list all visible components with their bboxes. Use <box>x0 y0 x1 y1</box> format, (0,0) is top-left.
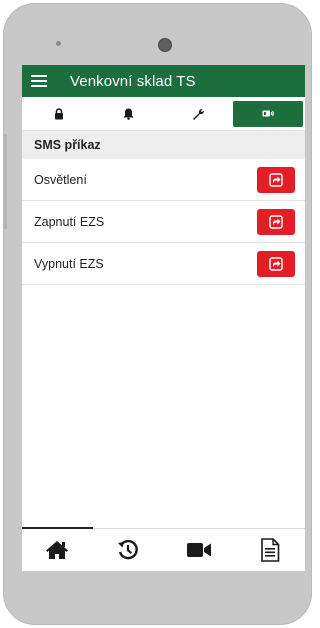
tab-wrench[interactable] <box>164 101 234 127</box>
send-sms-button[interactable] <box>257 208 295 235</box>
app-screen: Venkovní sklad TS SMS příkaz Osvětlení Z… <box>22 65 305 571</box>
tab-bar <box>22 97 305 131</box>
lock-icon <box>54 107 63 119</box>
send-icon <box>269 172 283 187</box>
command-label: Osvětlení <box>34 172 87 187</box>
document-icon <box>260 538 279 562</box>
sms-icon <box>262 110 274 117</box>
command-row-zapnuti-ezs: Zapnutí EZS <box>22 201 305 243</box>
app-bar: Venkovní sklad TS <box>22 65 305 97</box>
bell-icon <box>123 108 134 120</box>
send-icon <box>269 256 283 271</box>
tab-sms[interactable] <box>233 100 303 127</box>
send-sms-button[interactable] <box>257 166 295 193</box>
section-header: SMS příkaz <box>22 131 305 159</box>
proximity-sensor <box>56 41 61 46</box>
wrench-icon <box>193 108 205 120</box>
command-label: Zapnutí EZS <box>34 214 105 229</box>
nav-home[interactable] <box>22 527 93 571</box>
front-camera <box>158 38 172 52</box>
command-label: Vypnutí EZS <box>34 256 104 271</box>
tab-bell[interactable] <box>94 101 164 127</box>
phone-frame: Venkovní sklad TS SMS příkaz Osvětlení Z… <box>3 3 312 625</box>
tab-lock[interactable] <box>24 101 94 127</box>
hamburger-menu-icon <box>31 75 47 87</box>
nav-video[interactable] <box>164 529 235 571</box>
send-icon <box>269 214 283 229</box>
command-row-vypnuti-ezs: Vypnutí EZS <box>22 243 305 285</box>
home-icon <box>46 541 69 559</box>
bottom-navigation <box>22 527 305 571</box>
app-title: Venkovní sklad TS <box>70 72 196 90</box>
history-icon <box>118 539 138 560</box>
video-camera-icon <box>186 543 211 557</box>
menu-button[interactable] <box>22 65 56 97</box>
nav-history[interactable] <box>93 529 164 571</box>
send-sms-button[interactable] <box>257 250 295 277</box>
side-button <box>4 134 7 229</box>
command-row-osvetleni: Osvětlení <box>22 159 305 201</box>
nav-documents[interactable] <box>234 529 305 571</box>
section-title: SMS příkaz <box>34 138 101 152</box>
